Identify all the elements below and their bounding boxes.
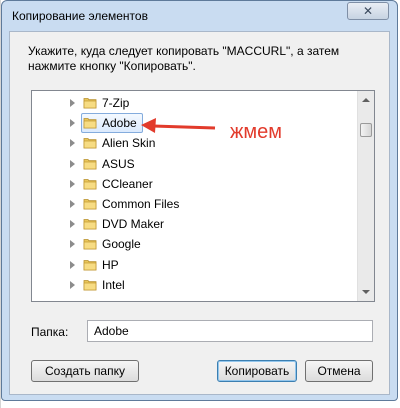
vertical-scrollbar[interactable] <box>357 91 374 301</box>
cancel-button[interactable]: Отмена <box>305 360 373 382</box>
title-bar[interactable]: Копирование элементов ✕ <box>2 1 397 31</box>
copy-items-dialog: Копирование элементов ✕ Укажите, куда сл… <box>1 0 398 401</box>
folder-tree-item-label: HP <box>102 257 119 272</box>
folder-tree-item-label: CCleaner <box>102 176 153 191</box>
folder-icon <box>83 259 97 270</box>
folder-icon <box>83 98 97 109</box>
chevron-right-icon[interactable] <box>70 119 75 128</box>
folder-tree-item-label: Alien Skin <box>102 136 156 151</box>
folder-tree-item-label: Adobe <box>102 116 137 131</box>
chevron-right-icon[interactable] <box>70 200 75 208</box>
copy-button[interactable]: Копировать <box>217 360 297 382</box>
folder-icon <box>83 199 97 210</box>
folder-tree-item-label: DVD Maker <box>102 217 165 232</box>
folder-tree-item[interactable]: Common Files <box>32 194 358 214</box>
annotation-label: жмем <box>230 121 283 143</box>
folder-tree-item[interactable]: Intel <box>32 275 358 295</box>
folder-tree-item-label: Intel <box>102 277 125 292</box>
folder-tree-item-label: ASUS <box>102 156 135 171</box>
folder-icon <box>83 178 97 190</box>
folder-tree-item-label: Google <box>102 237 141 252</box>
instruction-text: Укажите, куда следует копировать "MACCUR… <box>28 44 340 73</box>
folder-tree-item[interactable]: 7-Zip <box>32 93 358 113</box>
chevron-right-icon[interactable] <box>70 220 75 229</box>
folder-field-label: Папка: <box>31 325 69 339</box>
chevron-right-icon[interactable] <box>70 159 75 168</box>
scroll-down-icon[interactable] <box>362 290 370 294</box>
folder-tree-item[interactable]: HP <box>32 255 358 275</box>
create-folder-button[interactable]: Создать папку <box>31 360 139 382</box>
chevron-right-icon[interactable] <box>70 179 75 188</box>
folder-tree-item[interactable]: CCleaner <box>32 174 358 194</box>
chevron-right-icon[interactable] <box>70 260 75 269</box>
chevron-right-icon[interactable] <box>70 99 75 107</box>
folder-icon <box>83 239 97 250</box>
folder-icon <box>83 118 97 129</box>
close-icon: ✕ <box>362 4 374 18</box>
folder-tree-item[interactable]: Adobe <box>32 113 358 134</box>
close-button[interactable]: ✕ <box>347 2 389 20</box>
folder-icon <box>83 219 97 230</box>
folder-tree-item-label: Common Files <box>102 197 180 211</box>
folder-tree-item[interactable]: Google <box>32 234 358 254</box>
scrollbar-thumb[interactable] <box>360 123 372 137</box>
dialog-body: Укажите, куда следует копировать "MACCUR… <box>9 31 390 395</box>
folder-input[interactable] <box>87 320 373 342</box>
folder-icon <box>83 158 97 169</box>
chevron-right-icon[interactable] <box>70 139 75 148</box>
folder-tree-item-label: 7-Zip <box>102 96 130 110</box>
folder-tree-item[interactable]: Alien Skin <box>32 133 358 153</box>
chevron-right-icon[interactable] <box>70 240 75 249</box>
folder-icon <box>83 138 97 149</box>
dialog-title: Копирование элементов <box>12 9 148 23</box>
chevron-right-icon[interactable] <box>70 280 75 289</box>
folder-tree[interactable]: 7-Zip Adobe Alien Skin ASUS CCleaner Common F… <box>31 90 375 302</box>
scroll-up-icon[interactable] <box>362 98 370 102</box>
folder-icon <box>83 279 97 291</box>
folder-tree-item[interactable]: ASUS <box>32 154 358 174</box>
folder-tree-item[interactable]: DVD Maker <box>32 214 358 234</box>
